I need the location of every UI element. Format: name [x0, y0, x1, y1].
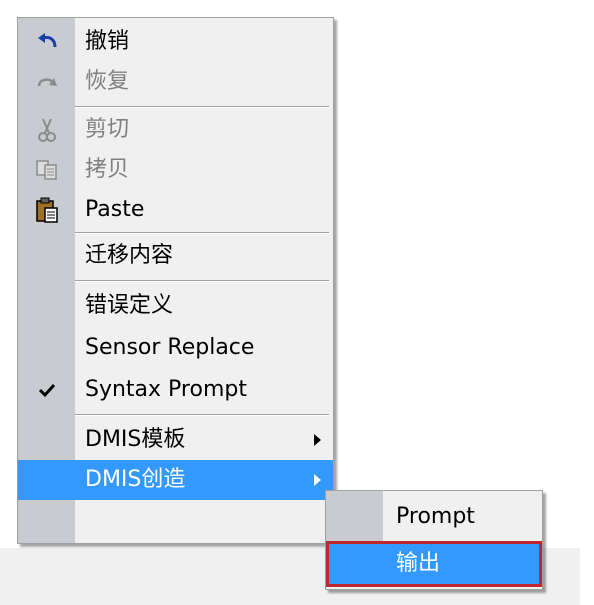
- menu-item-redo[interactable]: 恢复: [18, 62, 333, 102]
- menu-item-label: DMIS模板: [85, 427, 186, 452]
- menu-item-dmis-create[interactable]: DMIS创造: [18, 460, 333, 500]
- submenu-item-prompt[interactable]: Prompt: [326, 494, 542, 540]
- menu-separator: [75, 414, 329, 416]
- submenu-arrow-icon: [314, 434, 321, 446]
- submenu-item-output[interactable]: 输出: [326, 541, 542, 587]
- menu-item-label: DMIS创造: [85, 467, 186, 492]
- menu-item-copy[interactable]: 拷贝: [18, 150, 333, 190]
- menu-item-label: Sensor Replace: [85, 335, 255, 360]
- copy-icon: [18, 150, 75, 190]
- check-icon: [18, 370, 75, 410]
- menu-separator: [75, 232, 329, 234]
- submenu-item-label: 输出: [396, 551, 441, 576]
- menu-item-sensor-replace[interactable]: Sensor Replace: [18, 328, 333, 368]
- menu-item-label: 拷贝: [85, 157, 130, 182]
- context-menu: 撤销 恢复 剪切 拷贝 Paste 迁移内容 错误定义 Sensor Repla…: [17, 17, 334, 544]
- menu-item-label: Paste: [85, 197, 145, 222]
- menu-item-error-definition[interactable]: 错误定义: [18, 286, 333, 326]
- menu-item-label: 错误定义: [85, 293, 174, 318]
- menu-item-label: Syntax Prompt: [85, 377, 247, 402]
- screenshot-canvas: 撤销 恢复 剪切 拷贝 Paste 迁移内容 错误定义 Sensor Repla…: [0, 0, 594, 605]
- menu-item-label: 撤销: [85, 29, 130, 54]
- submenu-arrow-icon: [314, 474, 321, 486]
- menu-item-dmis-template[interactable]: DMIS模板: [18, 420, 333, 460]
- menu-item-undo[interactable]: 撤销: [18, 22, 333, 62]
- cut-icon: [18, 110, 75, 150]
- menu-item-label: 剪切: [85, 117, 130, 142]
- menu-item-label: 恢复: [85, 69, 130, 94]
- menu-item-migrate-content[interactable]: 迁移内容: [18, 236, 333, 276]
- menu-separator: [75, 280, 329, 282]
- menu-item-cut[interactable]: 剪切: [18, 110, 333, 150]
- menu-separator: [75, 106, 329, 108]
- redo-icon: [18, 62, 75, 102]
- dmis-create-submenu: Prompt 输出: [325, 490, 543, 590]
- paste-icon: [18, 190, 75, 230]
- submenu-item-label: Prompt: [396, 504, 475, 529]
- undo-icon: [18, 22, 75, 62]
- menu-item-label: 迁移内容: [85, 243, 174, 268]
- menu-item-syntax-prompt[interactable]: Syntax Prompt: [18, 370, 333, 410]
- menu-item-paste[interactable]: Paste: [18, 190, 333, 230]
